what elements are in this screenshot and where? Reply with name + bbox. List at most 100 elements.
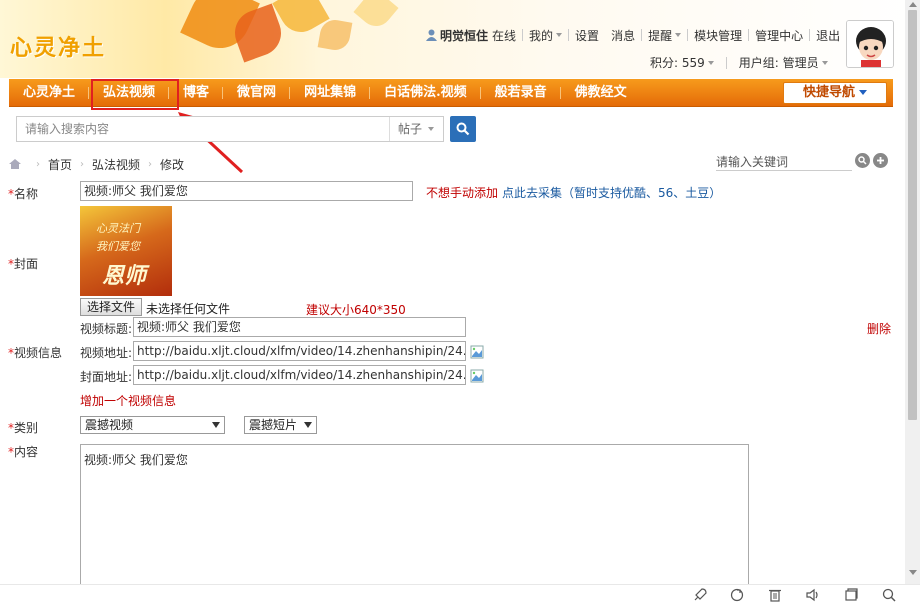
name-input[interactable]: 视频:师父 我们爱您: [80, 181, 413, 201]
content-label: *内容: [8, 445, 39, 459]
file-status-text: 未选择任何文件: [146, 302, 231, 316]
nav-item-home[interactable]: 心灵净土: [9, 79, 90, 107]
video-title-input[interactable]: 视频:师父 我们爱您: [133, 317, 466, 337]
cover-url-label: 封面地址:: [80, 370, 133, 384]
link-admin-center[interactable]: 管理中心: [749, 27, 809, 44]
breadcrumb-home[interactable]: 首页: [48, 156, 72, 173]
chevron-down-icon: [707, 60, 714, 65]
cover-caption-1: 心灵法门: [96, 222, 140, 235]
user-info[interactable]: 明觉恒住 在线: [420, 27, 522, 44]
nav-item-sutras[interactable]: 佛教经文: [561, 79, 641, 107]
user-stats: 积分: 559 用户组: 管理员: [650, 54, 828, 71]
category-label: *类别: [8, 421, 39, 435]
video-url-input[interactable]: http://baidu.xljt.cloud/xlfm/video/14.zh…: [133, 341, 466, 361]
breadcrumb: › 首页 › 弘法视频 › 修改: [8, 155, 184, 173]
breadcrumb-separator: ›: [36, 158, 40, 170]
user-name[interactable]: 明觉恒住: [440, 27, 488, 44]
video-info-label: *视频信息: [8, 346, 63, 360]
chevron-down-icon: [428, 127, 435, 131]
link-messages[interactable]: 消息: [605, 27, 641, 44]
window-icon[interactable]: [843, 587, 859, 603]
link-settings[interactable]: 设置: [569, 27, 605, 44]
link-module-admin[interactable]: 模块管理: [688, 27, 748, 44]
points-label: 积分: 559: [650, 56, 705, 70]
link-reminders[interactable]: 提醒: [642, 27, 687, 44]
quick-nav-button[interactable]: 快捷导航: [783, 82, 887, 104]
vertical-scrollbar[interactable]: [905, 0, 920, 584]
subcategory-select-value: 震撼短片: [249, 418, 298, 432]
plus-icon[interactable]: [873, 153, 888, 168]
scroll-up-arrow-icon[interactable]: [909, 2, 917, 7]
rocket-icon[interactable]: [692, 587, 708, 603]
trash-icon[interactable]: [767, 587, 783, 603]
chevron-down-icon: [212, 422, 220, 428]
subcategory-select[interactable]: 震撼短片: [244, 416, 317, 434]
avatar[interactable]: [846, 20, 894, 68]
keyword-search-input[interactable]: 请输入关键词: [716, 153, 852, 171]
chevron-down-icon: [821, 60, 828, 65]
cover-caption-2: 我们爱您: [96, 240, 140, 253]
user-icon: [426, 29, 437, 41]
search-type-label: 帖子: [398, 122, 423, 136]
name-label-text: 名称: [14, 187, 39, 201]
choose-file-button[interactable]: 选择文件: [80, 298, 142, 316]
cover-label-text: 封面: [14, 257, 39, 271]
speaker-icon[interactable]: [805, 587, 821, 603]
search-input[interactable]: [17, 117, 389, 141]
search-type-select[interactable]: 帖子: [389, 117, 443, 141]
nav-item-blog[interactable]: 博客: [169, 79, 224, 107]
nav-item-videos[interactable]: 弘法视频: [89, 79, 170, 107]
points-link[interactable]: 积分: 559: [650, 54, 714, 71]
category-select-value: 震撼视频: [85, 418, 134, 432]
bottom-toolbar: [0, 584, 920, 605]
search-icon[interactable]: [855, 153, 870, 168]
quick-nav-label: 快捷导航: [802, 85, 855, 100]
scroll-down-arrow-icon[interactable]: [909, 570, 917, 575]
add-video-link[interactable]: 增加一个视频信息: [80, 392, 176, 409]
search-icon: [456, 122, 470, 136]
online-status: 在线: [492, 28, 517, 43]
chevron-down-icon: [556, 33, 563, 37]
video-title-label: 视频标题:: [80, 322, 133, 336]
collect-link[interactable]: 点此去采集（暂时支持优酷、56、土豆）: [502, 184, 721, 201]
broken-image-icon: [470, 345, 484, 359]
link-my-label: 我的: [529, 28, 554, 43]
video-url-label: 视频地址:: [80, 346, 133, 360]
zoom-icon[interactable]: [881, 587, 897, 603]
no-manual-text: 不想手动添加: [426, 186, 499, 200]
nav-item-prajna-audio[interactable]: 般若录音: [481, 79, 561, 107]
video-info-label-text: 视频信息: [14, 346, 63, 360]
user-group-link[interactable]: 用户组: 管理员: [739, 54, 828, 71]
keyword-search-actions: [855, 153, 888, 168]
home-icon[interactable]: [8, 158, 22, 170]
divider: [725, 56, 727, 69]
cover-label: *封面: [8, 257, 39, 271]
breadcrumb-edit: 修改: [160, 157, 185, 172]
user-group-label: 用户组: 管理员: [738, 56, 819, 70]
top-user-links: 明觉恒住 在线 我的 设置 消息 提醒 模块管理 管理中心 退出: [420, 26, 846, 44]
breadcrumb-videos[interactable]: 弘法视频: [92, 156, 140, 173]
breadcrumb-separator: ›: [80, 158, 85, 170]
category-select[interactable]: 震撼视频: [80, 416, 225, 434]
size-hint-text: 建议大小640*350: [306, 303, 406, 317]
refresh-icon[interactable]: [729, 587, 745, 603]
content-textarea[interactable]: 视频:师父 我们爱您: [80, 444, 749, 594]
site-logo[interactable]: 心灵净土: [10, 30, 106, 62]
nav-item-dharma-videos[interactable]: 白话佛法.视频: [370, 79, 481, 107]
nav-item-micro-site[interactable]: 微官网: [223, 79, 291, 107]
site-header: 心灵净土 明觉恒住 在线 我的 设置 消息 提醒 模块管理 管理中心 退出 积分…: [0, 0, 920, 78]
link-my[interactable]: 我的: [523, 27, 568, 44]
chevron-down-icon: [859, 90, 867, 95]
link-reminders-label: 提醒: [648, 28, 673, 43]
cover-url-input[interactable]: http://baidu.xljt.cloud/xlfm/video/14.zh…: [133, 365, 466, 385]
link-logout[interactable]: 退出: [810, 27, 846, 44]
chevron-down-icon: [304, 422, 312, 428]
search-button[interactable]: [450, 116, 476, 142]
nav-item-links[interactable]: 网址集锦: [290, 79, 371, 107]
avatar-face-icon: [847, 21, 893, 67]
chevron-down-icon: [675, 33, 682, 37]
cover-image: 心灵法门 我们爱您 恩师: [80, 206, 172, 296]
delete-link[interactable]: 删除: [867, 320, 891, 337]
broken-image-icon: [470, 369, 484, 383]
scroll-thumb[interactable]: [908, 10, 917, 420]
